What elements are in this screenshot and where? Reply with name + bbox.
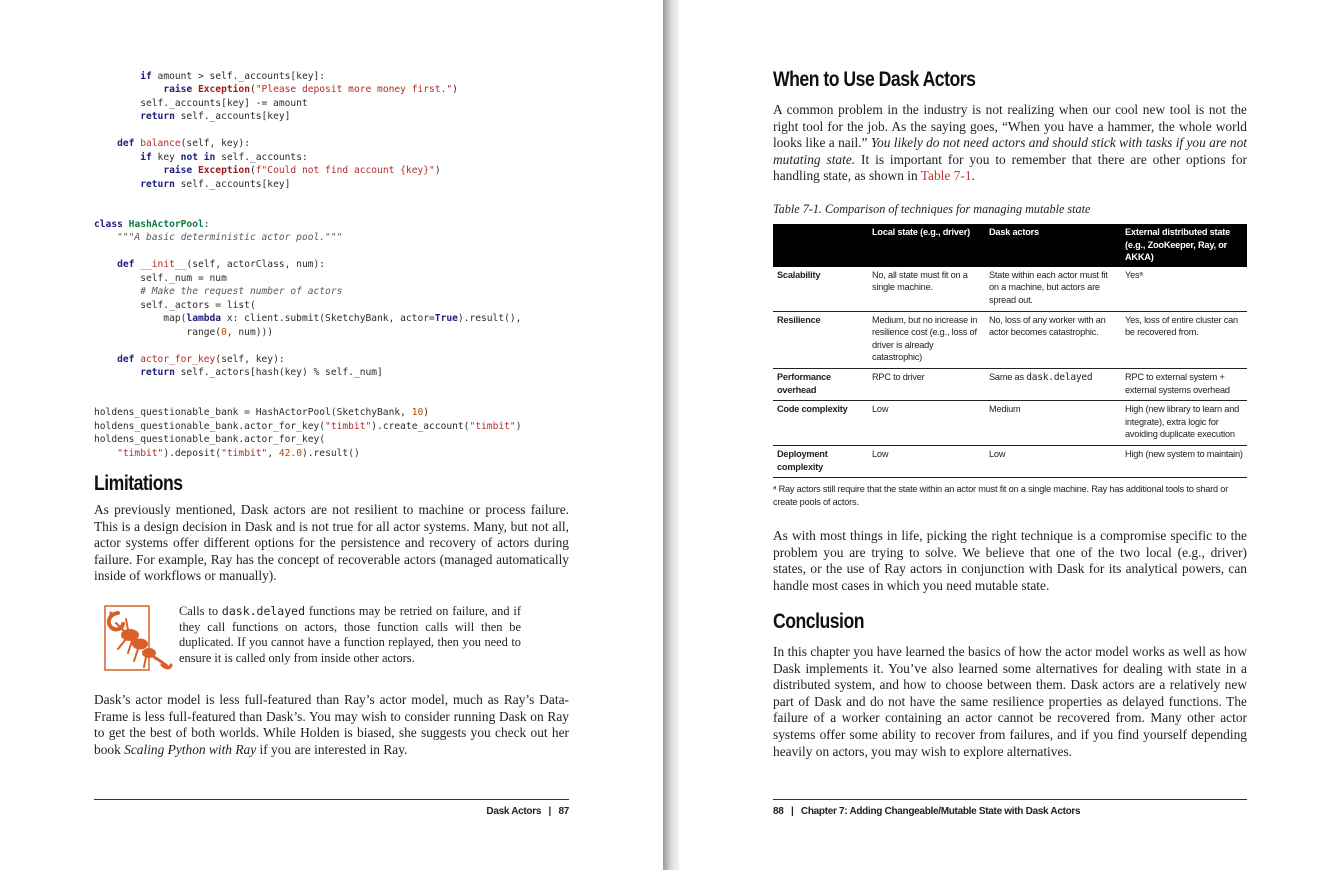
warning-callout: Calls to dask.delayed functions may be r… bbox=[104, 602, 524, 674]
row-label: Scalability bbox=[773, 266, 868, 312]
table-cell: Medium bbox=[985, 400, 1121, 446]
scorpion-warning-icon bbox=[104, 605, 173, 671]
table-row: Performance overhead RPC to driver Same … bbox=[773, 368, 1247, 402]
table-header-cell: Local state (e.g., driver) bbox=[868, 224, 985, 267]
code-listing: if amount > self._accounts[key]: raise E… bbox=[94, 71, 522, 459]
inline-code: dask.delayed bbox=[1026, 371, 1093, 383]
table-cell: Low bbox=[868, 400, 985, 446]
footer-rule bbox=[773, 799, 1247, 800]
row-label: Performance overhead bbox=[773, 368, 868, 402]
table-cell: RPC to driver bbox=[868, 368, 985, 402]
table-cell: Yes, loss of entire cluster can be recov… bbox=[1121, 311, 1247, 369]
right-page: When to Use Dask Actors A common problem… bbox=[679, 0, 1342, 870]
table-header-cell bbox=[773, 224, 868, 267]
ray-comparison-paragraph: Dask’s actor model is less full-featured… bbox=[94, 692, 569, 757]
table-row: Deployment complexity Low Low High (new … bbox=[773, 445, 1247, 479]
table-cell: Low bbox=[985, 445, 1121, 479]
limitations-paragraph: As previously mentioned, Dask actors are… bbox=[94, 502, 569, 584]
section-heading-when-to-use: When to Use Dask Actors bbox=[773, 68, 976, 91]
table-row: Code complexity Low Medium High (new lib… bbox=[773, 400, 1247, 446]
table-cell: High (new library to learn and integrate… bbox=[1121, 400, 1247, 446]
book-title: Scaling Python with Ray bbox=[124, 741, 257, 757]
table-cell: High (new system to maintain) bbox=[1121, 445, 1247, 479]
table-cell: Same as dask.delayed bbox=[985, 368, 1121, 402]
table-footnote: ᵃ Ray actors still require that the stat… bbox=[773, 484, 1229, 507]
table-cell: No, loss of any worker with an actor bec… bbox=[985, 311, 1121, 369]
table-cell: Low bbox=[868, 445, 985, 479]
page-footer: Dask Actors | 87 bbox=[486, 806, 569, 817]
row-label: Code complexity bbox=[773, 400, 868, 446]
table-caption: Table 7-1. Comparison of techniques for … bbox=[773, 202, 1091, 216]
table-header-cell: Dask actors bbox=[985, 224, 1121, 267]
table-cell: No, all state must fit on a single machi… bbox=[868, 266, 985, 312]
row-label: Resilience bbox=[773, 311, 868, 369]
table-header-cell: External distributed state (e.g., ZooKee… bbox=[1121, 224, 1247, 267]
section-heading-limitations: Limitations bbox=[94, 472, 183, 495]
page-footer: 88 | Chapter 7: Adding Changeable/Mutabl… bbox=[773, 806, 1081, 817]
table-row: Resilience Medium, but no increase in re… bbox=[773, 311, 1247, 369]
row-label: Deployment complexity bbox=[773, 445, 868, 479]
table-cell: RPC to external system + external system… bbox=[1121, 368, 1247, 402]
technique-paragraph: As with most things in life, picking the… bbox=[773, 528, 1247, 593]
left-page: if amount > self._accounts[key]: raise E… bbox=[0, 0, 663, 870]
table-header-row: Local state (e.g., driver) Dask actors E… bbox=[773, 224, 1247, 267]
table-row: Scalability No, all state must fit on a … bbox=[773, 266, 1247, 312]
table-cell: State within each actor must fit on a ma… bbox=[985, 266, 1121, 312]
table-cell: Medium, but no increase in resilience co… bbox=[868, 311, 985, 369]
section-heading-conclusion: Conclusion bbox=[773, 610, 865, 633]
comparison-table: Local state (e.g., driver) Dask actors E… bbox=[773, 224, 1247, 479]
table-cell: Yesᵃ bbox=[1121, 266, 1247, 312]
conclusion-paragraph: In this chapter you have learned the bas… bbox=[773, 644, 1247, 759]
footer-rule bbox=[94, 799, 569, 800]
page-gutter bbox=[663, 0, 679, 870]
table-cross-reference-link[interactable]: Table 7-1 bbox=[921, 168, 972, 183]
warning-text: Calls to dask.delayed functions may be r… bbox=[179, 604, 521, 665]
intro-paragraph: A common problem in the industry is not … bbox=[773, 102, 1247, 184]
inline-code: dask.delayed bbox=[221, 604, 306, 618]
